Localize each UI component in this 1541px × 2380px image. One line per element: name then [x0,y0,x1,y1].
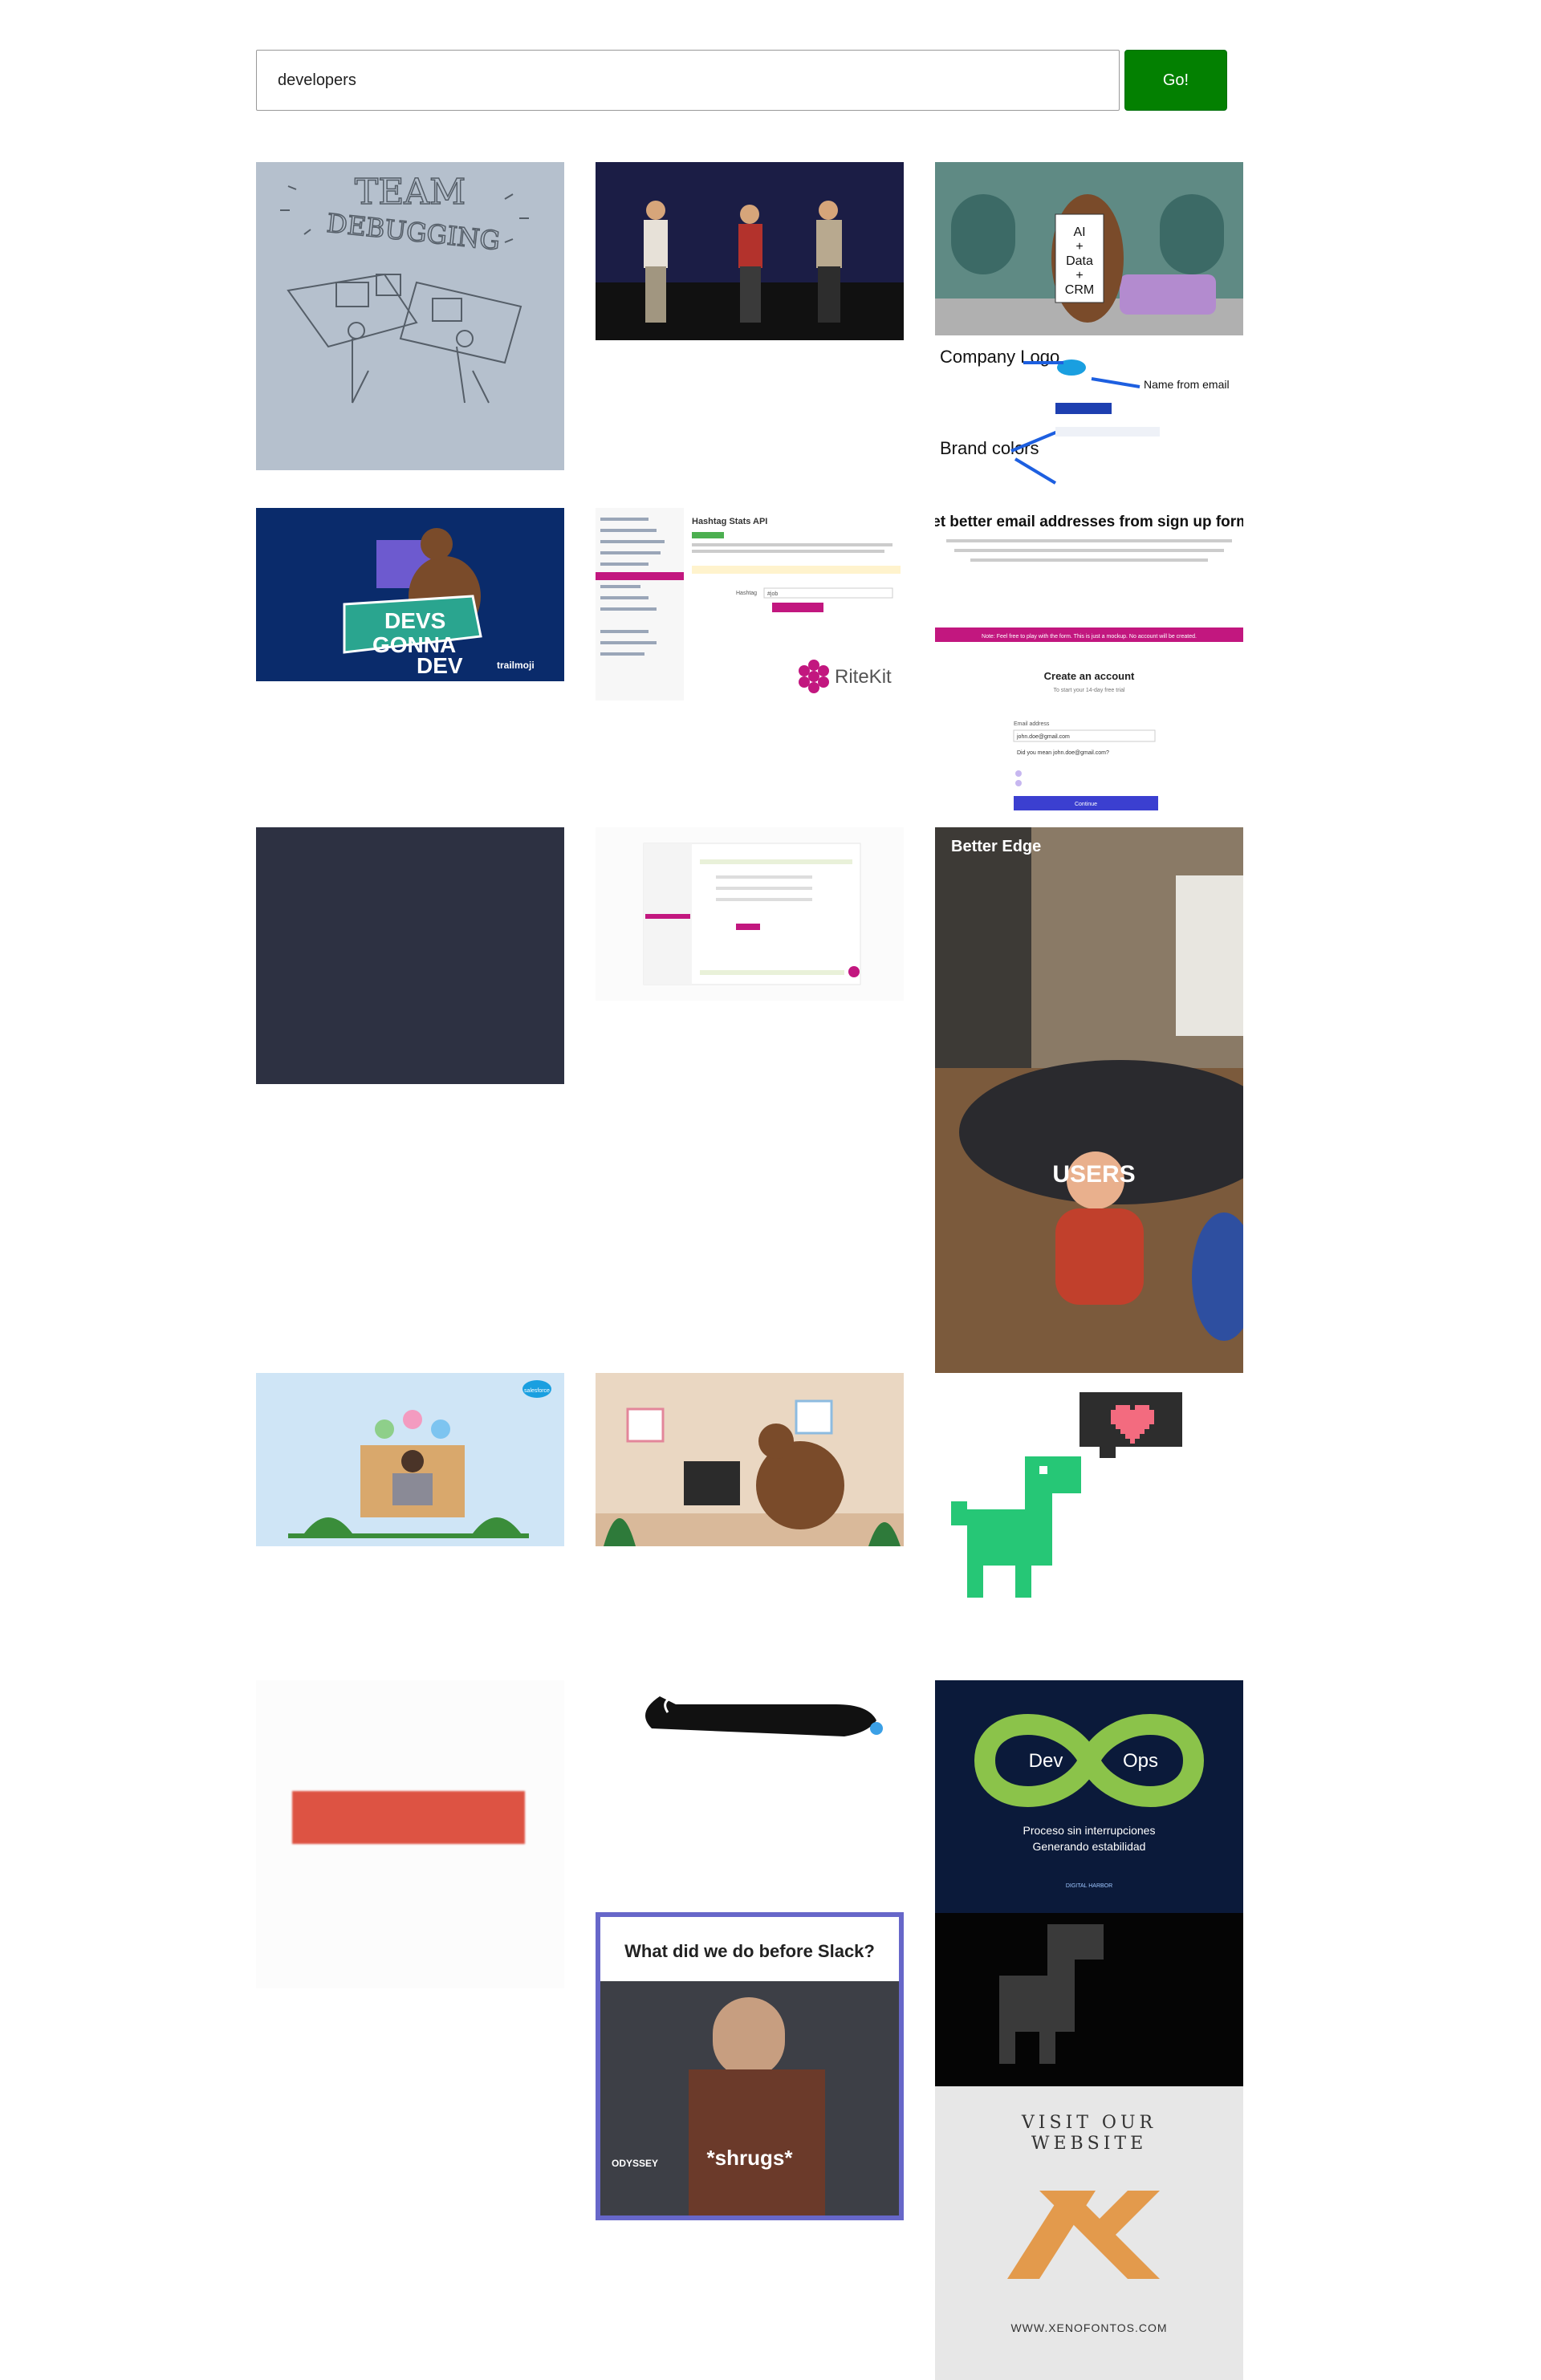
gif-result-bear-desk[interactable] [596,1373,904,1546]
sign-line-3: Data [1066,254,1093,268]
team-debugging-illustration: TEAM DEBUGGING [280,171,529,404]
devs-text: DEVS [384,608,445,633]
sign-line-5: CRM [1065,283,1094,297]
search-input[interactable] [256,50,1120,111]
sign-line-1: AI [1073,225,1085,239]
dancing-men-photo [596,201,904,340]
dark-dino-icon [999,1924,1104,2064]
devops-line-2: Generando estabilidad [1033,1840,1146,1853]
email-address-value: john.doe@gmail.com [1016,734,1070,740]
users-label: USERS [1052,1161,1135,1188]
red-bar [292,1791,525,1844]
dino-heart-illustration [951,1392,1182,1598]
create-account-subtitle: To start your 14-day free trial [1053,688,1125,693]
bear-desk-illustration [596,1399,904,1546]
shrug-photo: ODYSSEY *shrugs* [600,1981,899,2216]
devops-dev-label: Dev [1029,1750,1063,1772]
ritekit-brand: RiteKit [835,666,892,688]
hashtag-stats-screenshot: Hashtag Stats API Hashtag #job RiteKit [596,508,901,701]
gif-result-team-debugging[interactable]: TEAM DEBUGGING [256,162,564,470]
gif-result-users[interactable]: Better Edge USERS [935,827,1243,1373]
brand-colors-label: Brand colors [940,438,1039,458]
gif-result-stretched-cat[interactable] [596,1680,904,1761]
team-text: TEAM [355,172,466,213]
shrugs-caption: *shrugs* [706,2146,793,2170]
ai-data-crm-and-form-illustration: AI + Data + CRM Company Logo Name from e… [935,162,1243,810]
go-button[interactable]: Go! [1124,50,1227,111]
devops-ops-label: Ops [1123,1750,1158,1772]
dark-dino-illustration [999,1924,1104,2064]
gif-result-dark-placeholder[interactable] [256,827,564,1084]
trailmoji-brand: trailmoji [497,660,535,671]
website-text: WEBSITE [1031,2134,1147,2154]
gif-result-visit-website[interactable]: VISIT OUR WEBSITE WWW.XENOFONTOS.COM [935,2086,1243,2380]
devops-line-1: Proceso sin interrupciones [1023,1824,1156,1837]
devops-infinity-illustration: Dev Ops Proceso sin interrupciones Gener… [974,1714,1205,1889]
ritekit-logo-icon [799,660,829,693]
better-edge-watermark: Better Edge [951,838,1041,855]
gif-result-ritekit-dashboard[interactable] [596,827,904,1001]
visit-website-illustration: VISIT OUR WEBSITE WWW.XENOFONTOS.COM [1007,2113,1167,2334]
hashtag-field-value: #job [767,591,778,597]
create-account-title: Create an account [1044,670,1135,682]
did-you-mean-suggestion: Did you mean john.doe@gmail.com? [1017,750,1109,756]
continue-button-label: Continue [1075,802,1097,807]
gif-result-dino-heart[interactable] [935,1373,1243,1638]
gif-result-slack-shrug[interactable]: What did we do before Slack? ODYSSEY *sh… [596,1912,904,2220]
slack-question-title: What did we do before Slack? [624,1941,875,1961]
ritekit-dashboard-screenshot [643,843,861,985]
hashtag-field-label: Hashtag [736,591,757,596]
digital-harbor-brand: DIGITAL HARBOR [1066,1883,1112,1889]
visit-our-text: VISIT OUR [1021,2113,1157,2133]
name-from-email-label: Name from email [1144,378,1230,391]
gif-result-ai-data-crm[interactable]: AI + Data + CRM Company Logo Name from e… [935,162,1243,824]
dev-text: DEV [417,653,463,678]
email-address-label: Email address [1014,721,1050,727]
stretched-cat-illustration [645,1695,883,1736]
man-body [689,2069,825,2216]
gif-result-devops[interactable]: Dev Ops Proceso sin interrupciones Gener… [935,1680,1243,1913]
debugging-text: DEBUGGING [325,208,502,256]
gif-result-hashtag-stats[interactable]: Hashtag Stats API Hashtag #job RiteKit [596,508,904,701]
devs-gonna-dev-illustration: DEVS GONNA DEV trailmoji [343,528,535,678]
users-photo: Better Edge USERS [935,827,1243,1373]
sign-line-2: + [1075,240,1083,254]
green-dino-icon [951,1456,1081,1598]
man-figure [713,1997,785,2077]
get-better-emails-headline: Get better email addresses from sign up … [935,514,1243,530]
gif-result-red-bar[interactable] [256,1680,564,1988]
salesforce-logo: salesforce [524,1388,550,1394]
salesforce-desk-illustration: salesforce [288,1380,551,1538]
website-url: WWW.XENOFONTOS.COM [1010,2321,1167,2334]
gif-result-dancing-men[interactable] [596,162,904,340]
gif-result-salesforce-desk[interactable]: salesforce [256,1373,564,1546]
slack-shrug-frame: What did we do before Slack? ODYSSEY *sh… [600,1917,899,2216]
mockup-notice: Note: Feel free to play with the form. T… [982,634,1197,640]
hashtag-stats-title: Hashtag Stats API [692,517,767,526]
gif-result-dark-dino[interactable] [935,1913,1243,2086]
gif-result-devs-gonna-dev[interactable]: DEVS GONNA DEV trailmoji [256,508,564,681]
sign-line-4: + [1075,269,1083,282]
